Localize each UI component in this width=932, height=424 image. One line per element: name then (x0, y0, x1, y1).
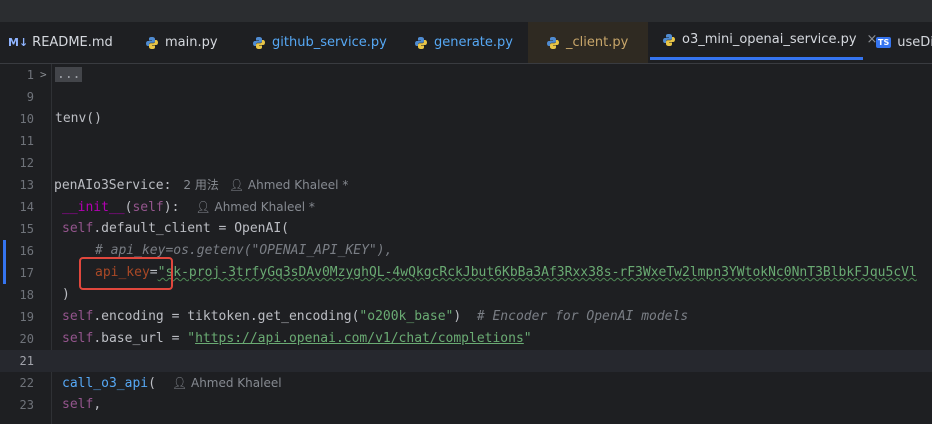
window-top-strip (0, 0, 932, 22)
python-icon (546, 36, 560, 50)
person-icon: 👤︎ (228, 178, 245, 192)
class-name: penAIo3Service (54, 178, 164, 193)
author-hint[interactable]: Ahmed Khaleel * (214, 200, 314, 214)
tab-label: generate.py (434, 35, 513, 50)
string-literal: "o200k_base" (359, 309, 454, 324)
author-hint[interactable]: Ahmed Khaleel * (248, 178, 348, 192)
line-number: 10 (19, 112, 34, 126)
colon: : (163, 178, 172, 193)
editor-tab-bar: M↓ README.md main.py github_service.py g… (0, 22, 932, 64)
code-text: .default_client = OpenAI( (93, 221, 289, 236)
usages-hint[interactable]: 2 用法 (183, 178, 218, 192)
code-line: 9 (0, 86, 932, 108)
self-keyword: self (62, 309, 94, 324)
tab-client-py[interactable]: _client.py (528, 22, 648, 63)
folded-region[interactable]: ... (55, 67, 83, 82)
tab-generate-py[interactable]: generate.py (414, 22, 513, 63)
line-number: 1 (26, 68, 34, 82)
code-text: .base_url = (93, 331, 188, 346)
person-icon: 👤︎ (195, 200, 211, 214)
method-name: __init__ (62, 200, 125, 215)
line-number: 21 (19, 354, 34, 368)
line-number: 19 (19, 310, 34, 324)
python-icon (662, 33, 676, 47)
author-hint[interactable]: Ahmed Khaleel (191, 376, 282, 390)
code-line: 11 (0, 130, 932, 152)
code-line: 14 __init__(self): 👤︎ Ahmed Khaleel * (0, 196, 932, 218)
tab-readme[interactable]: M↓ README.md (8, 22, 113, 63)
tab-o3-mini-openai-service-py[interactable]: o3_mini_openai_service.py × (650, 22, 877, 60)
line-number: 16 (19, 244, 34, 258)
tab-label: github_service.py (272, 35, 387, 50)
current-code-line: 21 (0, 350, 932, 372)
self-keyword: self (62, 221, 94, 236)
line-number: 12 (19, 156, 34, 170)
self-keyword: self (62, 331, 94, 346)
code-line: 23 self, (0, 394, 932, 416)
line-number: 14 (19, 200, 34, 214)
line-number: 22 (19, 376, 34, 390)
code-line: 22 call_o3_api( 👤︎ Ahmed Khaleel (0, 372, 932, 394)
code-line: 15 self.default_client = OpenAI( (0, 218, 932, 240)
url-link[interactable]: https://api.openai.com/v1/chat/completio… (195, 331, 524, 346)
close-paren: ) (453, 309, 462, 324)
tab-label: useDia (897, 35, 932, 50)
code-text: ) (62, 287, 70, 302)
highlight-annotation-box (79, 257, 173, 290)
line-number: 23 (19, 398, 34, 412)
quote: " (187, 331, 196, 346)
markdown-icon: M↓ (8, 36, 29, 49)
code-editor[interactable]: 1 > ... 9 10 tenv() 11 12 13 penAIo3Serv… (0, 64, 932, 424)
param-self: self (132, 200, 164, 215)
python-icon (145, 36, 159, 50)
line-number: 11 (19, 134, 34, 148)
code-text: tenv() (55, 111, 102, 126)
code-text: .encoding = tiktoken.get_encoding( (93, 309, 360, 324)
method-name: call_o3_api (62, 376, 149, 391)
line-number: 18 (19, 288, 34, 302)
tab-label: README.md (32, 35, 113, 50)
line-number: 15 (19, 222, 34, 236)
code-line: 1 > ... (0, 64, 932, 86)
tab-label: main.py (165, 35, 218, 50)
self-keyword: self (62, 397, 94, 412)
quote: " (523, 331, 532, 346)
fold-expand-icon[interactable]: > (40, 64, 47, 86)
tab-label: _client.py (566, 35, 629, 50)
tab-label: o3_mini_openai_service.py (682, 32, 857, 47)
api-key-string: "sk-proj-3trfyGq3sDAv0MzyghQL-4wQkgcRckJ… (157, 265, 917, 280)
tab-usedia[interactable]: TS useDia (876, 22, 932, 63)
python-icon (252, 36, 266, 50)
line-number: 9 (26, 90, 34, 104)
code-line: 12 (0, 152, 932, 174)
typescript-icon: TS (876, 37, 892, 48)
comma: , (93, 397, 102, 412)
code-line: 10 tenv() (0, 108, 932, 130)
tab-github-service-py[interactable]: github_service.py (252, 22, 387, 63)
code-comment: # Encoder for OpenAI models (476, 309, 689, 324)
code-line: 20 self.base_url = "https://api.openai.c… (0, 328, 932, 350)
person-icon: 👤︎ (171, 376, 188, 390)
line-number: 13 (19, 178, 34, 192)
line-number: 17 (19, 266, 34, 280)
code-line: 19 self.encoding = tiktoken.get_encoding… (0, 306, 932, 328)
open-paren: ( (148, 376, 156, 391)
line-number: 20 (19, 332, 34, 346)
tab-main-py[interactable]: main.py (145, 22, 218, 63)
code-line: 13 penAIo3Service: 2 用法 👤︎ Ahmed Khaleel * (0, 174, 932, 196)
python-icon (414, 36, 428, 50)
